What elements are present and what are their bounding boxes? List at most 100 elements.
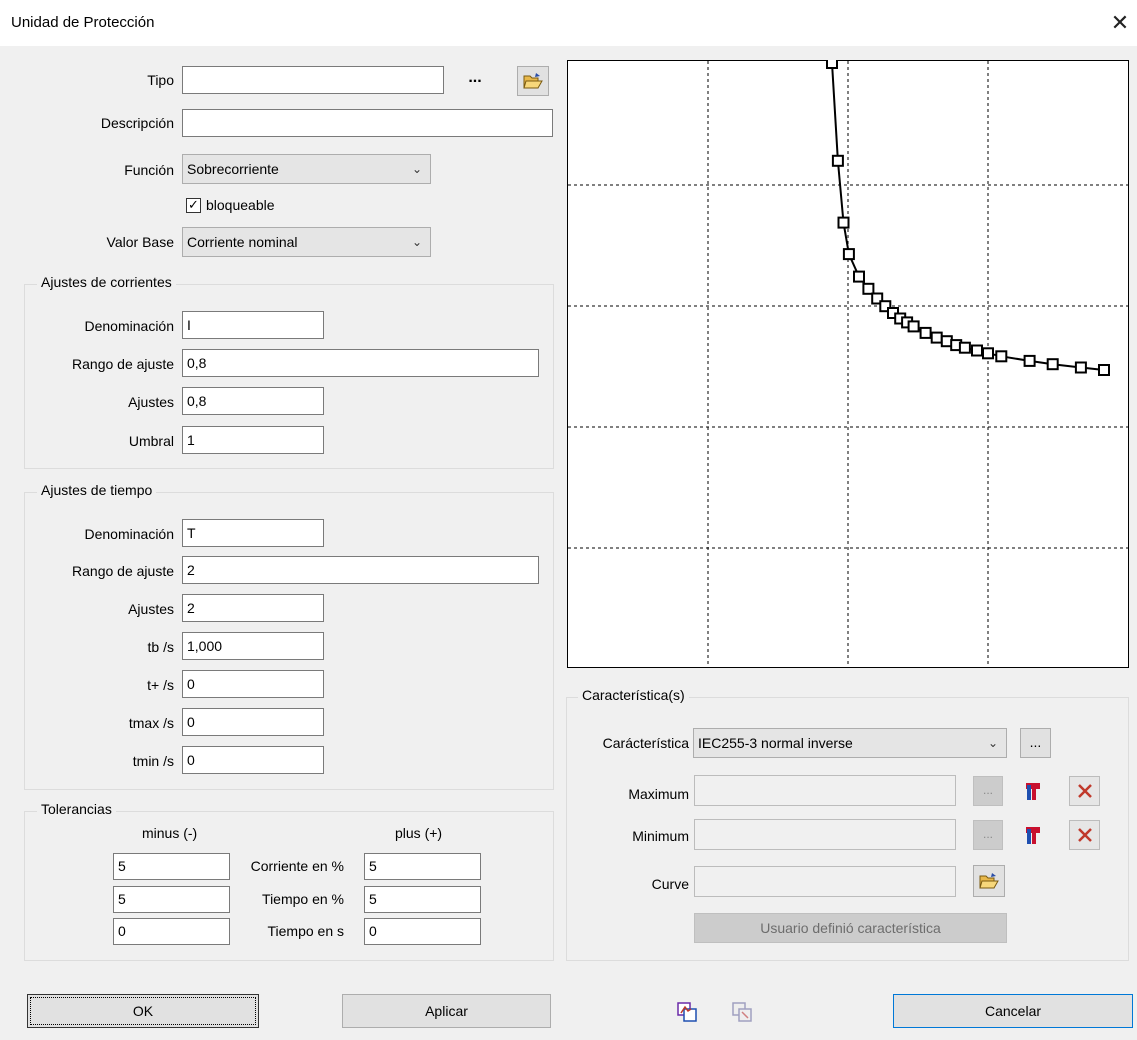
tol-tiempo-s-label: Tiempo en s	[267, 923, 344, 939]
delete-x-icon	[1077, 828, 1092, 842]
tipo-open-button[interactable]	[517, 66, 549, 96]
curve-point	[842, 248, 855, 261]
tolerancias-title: Tolerancias	[37, 801, 116, 817]
curve-point	[971, 344, 983, 357]
valor-base-label: Valor Base	[106, 234, 174, 250]
checkmark-icon: ✓	[188, 197, 199, 212]
tiempo-denominacion-field[interactable]: T	[182, 519, 324, 547]
tipo-label: Tipo	[147, 72, 174, 88]
descripcion-label: Descripción	[100, 115, 174, 131]
corr-umbral-field[interactable]: 1	[182, 426, 324, 454]
tiempo-rango-field[interactable]: 2	[182, 556, 539, 584]
caracteristica-select[interactable]: IEC255-3 normal inverse ⌄	[693, 728, 1007, 758]
tol-corriente-plus-field[interactable]: 5	[364, 853, 481, 880]
tmin-field[interactable]: 0	[182, 746, 324, 774]
curve-point	[958, 341, 971, 354]
tol-tiempo-pct-minus-field[interactable]: 5	[113, 886, 230, 913]
curve-open-button[interactable]	[973, 865, 1005, 897]
curve-point	[982, 347, 994, 360]
curve-point	[995, 350, 1008, 363]
maximum-label: Maximum	[628, 786, 689, 802]
cancelar-button[interactable]: Cancelar	[893, 994, 1133, 1028]
bloqueable-checkbox[interactable]: ✓	[186, 198, 201, 213]
curve-point	[1023, 354, 1036, 367]
ajustes-corrientes-title: Ajustes de corrientes	[37, 274, 176, 290]
funcion-select[interactable]: Sobrecorriente ⌄	[182, 154, 431, 184]
valor-base-select[interactable]: Corriente nominal ⌄	[182, 227, 431, 257]
curve-point	[930, 331, 943, 344]
curve-point	[826, 60, 838, 69]
tol-tiempo-s-minus-field[interactable]: 0	[113, 918, 230, 945]
minimum-pick-button[interactable]	[1018, 820, 1049, 850]
user-defined-button[interactable]: Usuario definió característica	[694, 913, 1007, 943]
tol-tiempo-s-plus-field[interactable]: 0	[364, 918, 481, 945]
tol-tiempo-pct-plus-field[interactable]: 5	[364, 886, 481, 913]
maximum-clear-button[interactable]	[1069, 776, 1100, 806]
curve-point	[1074, 361, 1087, 374]
ajustes-tiempo-title: Ajustes de tiempo	[37, 482, 157, 498]
title-bar: Unidad de Protección ✕	[0, 0, 1137, 46]
characteristic-chart	[567, 60, 1129, 668]
curve-point	[837, 216, 850, 229]
tiempo-ajustes-label: Ajustes	[128, 601, 174, 617]
curve-point	[831, 154, 844, 167]
folder-open-icon	[523, 73, 543, 89]
tplus-field[interactable]: 0	[182, 670, 324, 698]
chevron-down-icon: ⌄	[987, 736, 998, 750]
corr-denominacion-field[interactable]: I	[182, 311, 324, 339]
corr-ajustes-field[interactable]: 0,8	[182, 387, 324, 415]
curve-point	[862, 282, 875, 295]
maximum-pick-button[interactable]	[1018, 776, 1049, 806]
minimum-more-button[interactable]: ...	[973, 820, 1003, 850]
curve-point	[1046, 358, 1059, 371]
tiempo-rango-label: Rango de ajuste	[72, 563, 174, 579]
curve-point	[919, 326, 932, 339]
maximum-more-button[interactable]: ...	[973, 776, 1003, 806]
corr-denominacion-label: Denominación	[84, 318, 175, 334]
tol-corriente-label: Corriente en %	[250, 858, 344, 874]
tmax-field[interactable]: 0	[182, 708, 324, 736]
maximum-field[interactable]	[694, 775, 956, 806]
corr-rango-field[interactable]: 0,8	[182, 349, 539, 377]
curve-point	[907, 320, 920, 333]
caracteristica-more-button[interactable]: ...	[1020, 728, 1051, 758]
curve-point	[1098, 364, 1110, 376]
paste-icon	[732, 1002, 752, 1022]
caracteristica-label: Carácterística	[602, 735, 689, 751]
minimum-label: Minimum	[632, 828, 689, 844]
bloqueable-label: bloqueable	[206, 197, 275, 213]
tiempo-ajustes-field[interactable]: 2	[182, 594, 324, 622]
descripcion-field[interactable]	[182, 109, 553, 137]
chevron-down-icon: ⌄	[411, 235, 422, 249]
ok-button[interactable]: OK	[27, 994, 259, 1028]
tplus-label: t+ /s	[147, 677, 174, 693]
corr-ajustes-label: Ajustes	[128, 394, 174, 410]
close-icon[interactable]: ✕	[1105, 8, 1135, 38]
valor-base-value: Corriente nominal	[187, 234, 298, 250]
pick-curve-icon	[1025, 827, 1040, 844]
caracteristica-value: IEC255-3 normal inverse	[698, 735, 853, 751]
tb-label: tb /s	[147, 639, 174, 655]
delete-x-icon	[1077, 784, 1092, 798]
aplicar-button[interactable]: Aplicar	[342, 994, 551, 1028]
pick-curve-icon	[1025, 783, 1040, 800]
paste-characteristic-button[interactable]	[727, 997, 757, 1027]
caracteristicas-title: Característica(s)	[578, 687, 689, 703]
curve-field[interactable]	[694, 866, 956, 897]
corr-rango-label: Rango de ajuste	[72, 356, 174, 372]
tol-tiempo-pct-label: Tiempo en %	[262, 891, 344, 907]
copy-characteristic-button[interactable]	[672, 997, 702, 1027]
tipo-field[interactable]	[182, 66, 444, 94]
minimum-field[interactable]	[694, 819, 956, 850]
corr-umbral-label: Umbral	[128, 433, 174, 449]
funcion-label: Función	[124, 162, 174, 178]
tol-corriente-minus-field[interactable]: 5	[113, 853, 230, 880]
tipo-browse-button[interactable]: ...	[459, 66, 491, 96]
folder-open-icon	[979, 873, 999, 889]
chevron-down-icon: ⌄	[411, 162, 422, 176]
funcion-value: Sobrecorriente	[187, 161, 279, 177]
tb-field[interactable]: 1,000	[182, 632, 324, 660]
curve-point	[853, 270, 865, 283]
minimum-clear-button[interactable]	[1069, 820, 1100, 850]
window-title: Unidad de Protección	[11, 14, 155, 31]
